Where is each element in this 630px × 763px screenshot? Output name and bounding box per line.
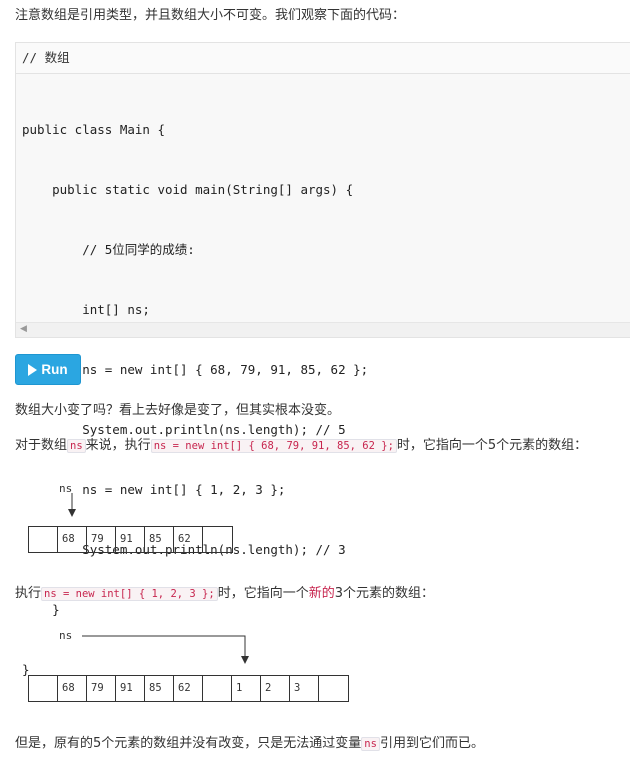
array-cell: 68 [58, 676, 87, 701]
array-cell [29, 676, 58, 701]
array-cell: 62 [174, 527, 203, 552]
code-line: ns = new int[] { 68, 79, 91, 85, 62 }; [22, 362, 369, 377]
conclusion-text: 但是，原有的5个元素的数组并没有改变，只是无法通过变量 ns 引用到它们而已。 [15, 736, 484, 751]
array-cell [203, 527, 232, 552]
pointer-label-ns-2: ns [59, 629, 73, 642]
array-cell: 79 [87, 676, 116, 701]
inline-code-ns: ns [361, 737, 380, 751]
code-line: ns = new int[] { 1, 2, 3 }; [22, 482, 286, 497]
explanation-1: 对于数组 ns 来说，执行 ns = new int[] { 68, 79, 91, … [15, 438, 588, 453]
horizontal-scrollbar[interactable]: ◀ [16, 322, 630, 337]
highlight-new: 新的 [308, 586, 335, 601]
code-line: int[] ns; [22, 302, 150, 317]
code-line: } [22, 602, 60, 617]
code-line: public static void main(String[] args) { [22, 182, 354, 197]
array-cell [29, 527, 58, 552]
intro-text: 注意数组是引用类型，并且数组大小不可变。我们观察下面的代码： [15, 8, 406, 23]
array-cell [319, 676, 348, 701]
code-block[interactable]: // 数组 public class Main { public static … [15, 42, 630, 677]
inline-code-ns: ns [67, 439, 86, 453]
run-button-label: Run [41, 362, 68, 377]
array-cell [203, 676, 232, 701]
pointer-arrow-icon [82, 635, 249, 664]
play-icon [28, 363, 38, 376]
code-line: // 5位同学的成绩: [22, 242, 195, 257]
array-diagram-1: 68 79 91 85 62 [28, 526, 233, 553]
inline-code-assign-new: ns = new int[] { 1, 2, 3 }; [41, 587, 218, 601]
array-cell: 91 [116, 676, 145, 701]
pointer-arrow-icon [68, 493, 76, 517]
array-cell: 3 [290, 676, 319, 701]
array-cell: 68 [58, 527, 87, 552]
array-cell: 85 [145, 527, 174, 552]
array-cell: 85 [145, 676, 174, 701]
array-cell: 91 [116, 527, 145, 552]
code-line: public class Main { [22, 122, 165, 137]
code-title: // 数组 [16, 43, 630, 74]
inline-code-assign: ns = new int[] { 68, 79, 91, 85, 62 }; [150, 439, 397, 453]
array-diagram-2: 68 79 91 85 62 1 2 3 [28, 675, 349, 702]
array-cell: 2 [261, 676, 290, 701]
explanation-2: 执行 ns = new int[] { 1, 2, 3 }; 时，它指向一个新的3个… [15, 586, 435, 601]
question-text: 数组大小变了吗？看上去好像是变了，但其实根本没变。 [15, 403, 341, 418]
array-cell: 62 [174, 676, 203, 701]
scroll-left-icon[interactable]: ◀ [20, 324, 27, 334]
run-button[interactable]: Run [15, 354, 81, 385]
array-cell: 79 [87, 527, 116, 552]
array-cell: 1 [232, 676, 261, 701]
